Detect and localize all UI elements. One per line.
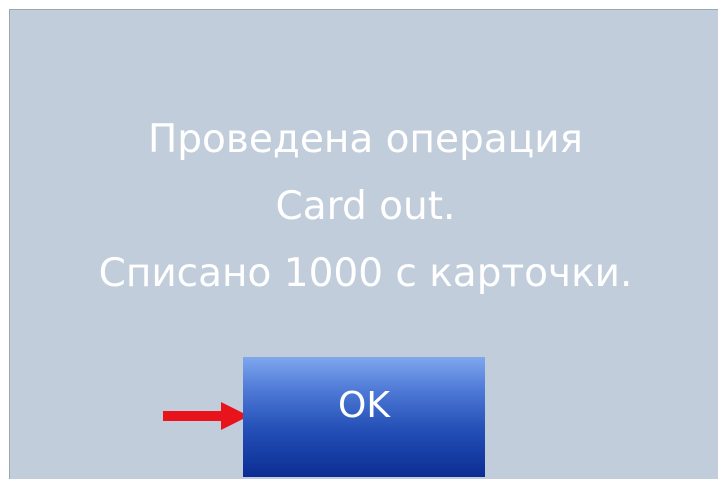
ok-button-label: OK bbox=[338, 385, 390, 426]
message-line-debited: Списано 1000 с карточки. bbox=[98, 251, 633, 296]
operation-message: Проведена операция Card out. Списано 100… bbox=[10, 106, 718, 307]
message-line-operation: Проведена операция bbox=[147, 117, 584, 162]
message-line-card-out: Card out. bbox=[275, 184, 456, 229]
red-arrow-icon bbox=[163, 402, 249, 430]
ok-button[interactable]: OK bbox=[243, 357, 485, 477]
